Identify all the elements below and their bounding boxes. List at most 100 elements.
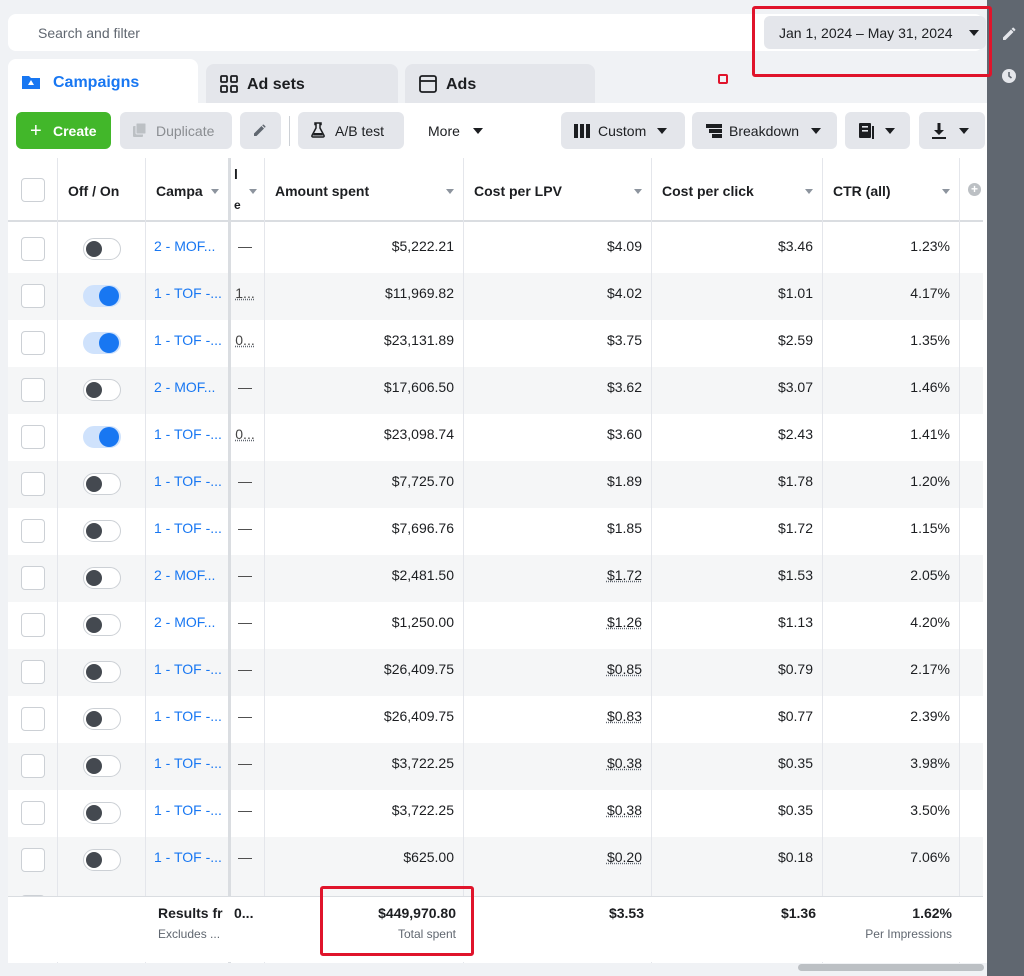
reports-button[interactable] bbox=[845, 112, 910, 149]
row-checkbox[interactable] bbox=[21, 519, 45, 543]
table-row-partial[interactable]: 1 - TOF$625.00$0.17$0.168.05% bbox=[8, 884, 983, 896]
sort-icon[interactable] bbox=[446, 189, 454, 194]
column-amount-spent[interactable]: Amount spent bbox=[275, 183, 369, 199]
column-off-on[interactable]: Off / On bbox=[68, 183, 119, 199]
row-checkbox[interactable] bbox=[21, 237, 45, 261]
column-cost-per-lpv[interactable]: Cost per LPV bbox=[474, 183, 562, 199]
campaign-name-link[interactable]: 1 - TOF -... bbox=[154, 802, 222, 818]
table-row[interactable]: 1 - TOF -... — $625.00 $0.20 $0.18 7.06% bbox=[8, 837, 983, 884]
tab-campaigns[interactable]: Campaigns bbox=[8, 59, 198, 104]
row-checkbox[interactable] bbox=[21, 378, 45, 402]
row-checkbox[interactable] bbox=[21, 566, 45, 590]
table-row[interactable]: 2 - MOF... — $17,606.50 $3.62 $3.07 1.46% bbox=[8, 367, 983, 414]
campaign-toggle[interactable] bbox=[83, 755, 121, 777]
toggle-knob bbox=[86, 758, 102, 774]
campaign-name-link[interactable]: 1 - TOF -... bbox=[154, 473, 222, 489]
table-row[interactable]: 1 - TOF -... 1... $11,969.82 $4.02 $1.01 4.17… bbox=[8, 273, 983, 320]
export-button[interactable] bbox=[919, 112, 985, 149]
search-input[interactable]: Search and filter bbox=[38, 25, 140, 41]
table-row[interactable]: 1 - TOF -... — $7,696.76 $1.85 $1.72 1.15% bbox=[8, 508, 983, 555]
row-checkbox[interactable] bbox=[21, 284, 45, 308]
campaign-toggle[interactable] bbox=[83, 379, 121, 401]
sort-icon[interactable] bbox=[805, 189, 813, 194]
duplicate-button[interactable]: Duplicate bbox=[120, 112, 232, 149]
column-campaign[interactable]: Campa bbox=[156, 183, 203, 199]
toggle-knob bbox=[86, 523, 102, 539]
campaign-toggle[interactable] bbox=[83, 285, 121, 307]
toggle-knob bbox=[86, 570, 102, 586]
table-row[interactable]: 2 - MOF... — $2,481.50 $1.72 $1.53 2.05% bbox=[8, 555, 983, 602]
lpv-cell: $0.85 bbox=[606, 661, 642, 677]
tab-ad-sets[interactable]: Ad sets bbox=[206, 64, 398, 104]
toggle-knob bbox=[86, 617, 102, 633]
row-checkbox[interactable] bbox=[21, 472, 45, 496]
extra-cell: — bbox=[238, 755, 252, 771]
campaign-name-link[interactable]: 2 - MOF... bbox=[154, 238, 215, 254]
campaign-toggle[interactable] bbox=[83, 661, 121, 683]
extra-cell: — bbox=[238, 379, 252, 395]
campaign-name-link[interactable]: 1 - TOF -... bbox=[154, 849, 222, 865]
campaign-name-link[interactable]: 2 - MOF... bbox=[154, 567, 215, 583]
row-checkbox[interactable] bbox=[21, 848, 45, 872]
history-clock-icon[interactable] bbox=[1000, 67, 1018, 85]
breakdown-button[interactable]: Breakdown bbox=[692, 112, 837, 149]
column-cost-per-click[interactable]: Cost per click bbox=[662, 183, 754, 199]
more-label: More bbox=[428, 123, 460, 139]
row-checkbox[interactable] bbox=[21, 707, 45, 731]
create-button[interactable]: + Create bbox=[16, 112, 111, 149]
download-icon bbox=[931, 122, 947, 143]
campaign-toggle[interactable] bbox=[83, 473, 121, 495]
tab-ads[interactable]: Ads bbox=[405, 64, 595, 104]
campaign-toggle[interactable] bbox=[83, 849, 121, 871]
add-column-icon[interactable]: + bbox=[968, 183, 981, 196]
table-row[interactable]: 1 - TOF -... — $3,722.25 $0.38 $0.35 3.50% bbox=[8, 790, 983, 837]
campaign-toggle[interactable] bbox=[83, 332, 121, 354]
row-checkbox[interactable] bbox=[21, 754, 45, 778]
edit-button[interactable] bbox=[240, 112, 281, 149]
sort-icon[interactable] bbox=[249, 189, 257, 194]
campaign-name-link[interactable]: 1 - TOF -... bbox=[154, 285, 222, 301]
sort-icon[interactable] bbox=[211, 189, 219, 194]
column-ctr[interactable]: CTR (all) bbox=[833, 183, 891, 199]
row-checkbox[interactable] bbox=[21, 331, 45, 355]
campaign-name-link[interactable]: 1 - TOF -... bbox=[154, 426, 222, 442]
campaign-name-link[interactable]: 2 - MOF... bbox=[154, 614, 215, 630]
campaign-name-link[interactable]: 2 - MOF... bbox=[154, 379, 215, 395]
row-checkbox[interactable] bbox=[21, 425, 45, 449]
campaign-name-link[interactable]: 1 - TOF -... bbox=[154, 332, 222, 348]
row-checkbox[interactable] bbox=[21, 801, 45, 825]
amount-cell: $3,722.25 bbox=[391, 755, 454, 771]
table-row[interactable]: 2 - MOF... — $5,222.21 $4.09 $3.46 1.23% bbox=[8, 226, 983, 273]
campaign-toggle[interactable] bbox=[83, 802, 121, 824]
campaign-name-link[interactable]: 1 - TOF -... bbox=[154, 661, 222, 677]
campaign-name-link[interactable]: 1 - TOF -... bbox=[154, 755, 222, 771]
select-all-checkbox[interactable] bbox=[21, 178, 45, 202]
campaign-toggle[interactable] bbox=[83, 567, 121, 589]
table-row[interactable]: 2 - MOF... — $1,250.00 $1.26 $1.13 4.20% bbox=[8, 602, 983, 649]
sort-icon[interactable] bbox=[942, 189, 950, 194]
campaign-toggle[interactable] bbox=[83, 708, 121, 730]
campaign-toggle[interactable] bbox=[83, 426, 121, 448]
ab-test-button[interactable]: A/B test bbox=[298, 112, 404, 149]
ctr-cell: 4.20% bbox=[910, 614, 950, 630]
sort-icon[interactable] bbox=[634, 189, 642, 194]
row-checkbox[interactable] bbox=[21, 613, 45, 637]
horizontal-scrollbar[interactable] bbox=[798, 964, 984, 971]
pencil-icon[interactable] bbox=[1000, 24, 1018, 42]
table-row[interactable]: 1 - TOF -... — $26,409.75 $0.85 $0.79 2.17% bbox=[8, 649, 983, 696]
table-row[interactable]: 1 - TOF -... 0... $23,131.89 $3.75 $2.59 1.35… bbox=[8, 320, 983, 367]
more-button[interactable]: More bbox=[414, 112, 496, 149]
table-row[interactable]: 1 - TOF -... 0... $23,098.74 $3.60 $2.43 1.41… bbox=[8, 414, 983, 461]
cpc-cell: $1.01 bbox=[777, 285, 813, 301]
campaign-name-link[interactable]: 1 - TOF -... bbox=[154, 520, 222, 536]
custom-columns-button[interactable]: Custom bbox=[561, 112, 685, 149]
ctr-cell: 1.23% bbox=[910, 238, 950, 254]
table-row[interactable]: 1 - TOF -... — $26,409.75 $0.83 $0.77 2.39% bbox=[8, 696, 983, 743]
campaign-toggle[interactable] bbox=[83, 520, 121, 542]
campaign-toggle[interactable] bbox=[83, 614, 121, 636]
table-row[interactable]: 1 - TOF -... — $7,725.70 $1.89 $1.78 1.20% bbox=[8, 461, 983, 508]
campaign-name-link[interactable]: 1 - TOF -... bbox=[154, 708, 222, 724]
campaign-toggle[interactable] bbox=[83, 238, 121, 260]
row-checkbox[interactable] bbox=[21, 660, 45, 684]
table-row[interactable]: 1 - TOF -... — $3,722.25 $0.38 $0.35 3.98% bbox=[8, 743, 983, 790]
